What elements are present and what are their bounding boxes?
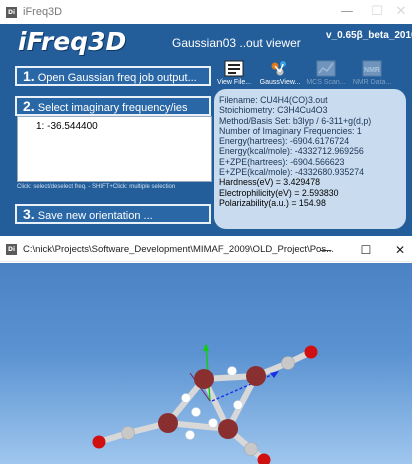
copper-atom [194,369,214,389]
step-number: 1. [23,68,35,84]
toolbar-label: View File... [216,79,252,86]
molecule-render[interactable] [0,263,412,467]
view-file-button[interactable]: View File... [212,60,256,92]
app-icon: Di [6,244,17,255]
frequency-item[interactable]: 1: -36.544400 [36,121,98,132]
info-energy-kcal: Energy(kcal/mole): -4332712.969256 [219,146,364,157]
frequency-list[interactable]: 1: -36.544400 [17,116,212,182]
hydrogen-atom [191,407,201,417]
copper-atom [218,419,238,439]
3d-viewport[interactable] [0,263,412,467]
info-filename: Filename: CU4H4(CO)3.out [219,95,328,105]
info-ezpe-hartrees: E+ZPE(hartrees): -6904.566623 [219,156,345,167]
y-axis-arrowhead [203,343,209,351]
nmr-data-icon: NMR [362,60,382,77]
app-subtitle: Gaussian03 ..out viewer [172,36,301,50]
bonds [96,349,314,463]
app-logo: iFreq3D [18,27,127,56]
toolbar-label: NMR Data... [352,79,392,86]
toolbar-label: MCS Scan... [306,79,346,86]
button-label: Select imaginary frequency/ies [37,102,188,114]
info-ezpe-kcal: E+ZPE(kcal/mole): -4332680.935274 [219,167,364,178]
viewer-window-title: C:\nick\Projects\Software_Development\MI… [23,244,333,255]
gaussview-button[interactable]: GaussView... [258,60,302,92]
nmr-data-button[interactable]: NMR NMR Data... [350,60,394,92]
gaussview-icon [271,61,286,76]
info-num-imaginary: Number of Imaginary Frequencies: 1 [219,125,362,136]
mcs-scan-icon [316,60,336,77]
info-method: Method/Basis Set: b3lyp / 6-311+g(d,p) [219,115,372,126]
copper-atom [246,366,266,386]
maximize-button[interactable]: ☐ [352,238,380,262]
app-icon: Di [6,6,17,18]
open-output-button[interactable]: 1. Open Gaussian freq job output... [15,66,211,86]
mcs-scan-button[interactable]: MCS Scan... [304,60,348,92]
info-energy-hartrees: Energy(hartrees): -6904.6176724 [219,136,350,147]
info-electrophilicity: Electrophilicity(eV) = 2.593830 [219,187,339,198]
viewer-title-bar: Di C:\nick\Projects\Software_Development… [0,238,412,262]
carbon-atom [121,426,135,440]
info-polarizability: Polarizability(a.u.) = 154.98 [219,197,326,208]
molecule-viewer-window: Di C:\nick\Projects\Software_Development… [0,238,412,467]
hydrogen-atom [208,418,218,428]
hydrogen-atom [181,393,191,403]
button-label: Open Gaussian freq job output... [37,72,197,84]
button-label: Save new orientation ... [37,210,153,222]
title-bar: Di iFreq3D — ☐ ✕ [0,0,412,24]
carbon-atom [244,442,258,456]
hydrogen-atom [233,400,243,410]
carbon-atom [281,356,295,370]
ifreq3d-window: Di iFreq3D — ☐ ✕ iFreq3D Gaussian03 ..ou… [0,0,412,236]
hydrogen-atom [227,366,237,376]
selection-hint: Click: select/deselect freq. - SHIFT+Cli… [17,184,176,190]
info-stoichiometry: Stoichiometry: C3H4Cu4O3 [219,105,328,116]
minimize-button[interactable]: — [332,0,362,24]
view-file-icon [224,60,244,77]
copper-atom [158,413,178,433]
close-button[interactable]: ✕ [386,238,412,262]
step-number: 3. [23,206,35,222]
molecule-info-panel: Filename: CU4H4(CO)3.out Stoichiometry: … [214,89,406,229]
hydrogen-atom [185,430,195,440]
version-label: v_0.65β_beta_2010 [326,30,412,41]
minimize-button[interactable]: — [312,238,340,262]
window-title: iFreq3D [23,6,63,18]
close-button[interactable]: ✕ [386,0,412,24]
oxygen-atom [304,345,318,359]
toolbar-label: GaussView... [259,79,301,86]
step-number: 2. [23,98,35,114]
oxygen-atom [92,435,106,449]
svg-text:NMR: NMR [364,67,380,74]
select-frequency-button[interactable]: 2. Select imaginary frequency/ies [15,96,211,116]
info-hardness: Hardness(eV) = 3.429478 [219,177,320,188]
save-orientation-button[interactable]: 3. Save new orientation ... [15,204,211,224]
